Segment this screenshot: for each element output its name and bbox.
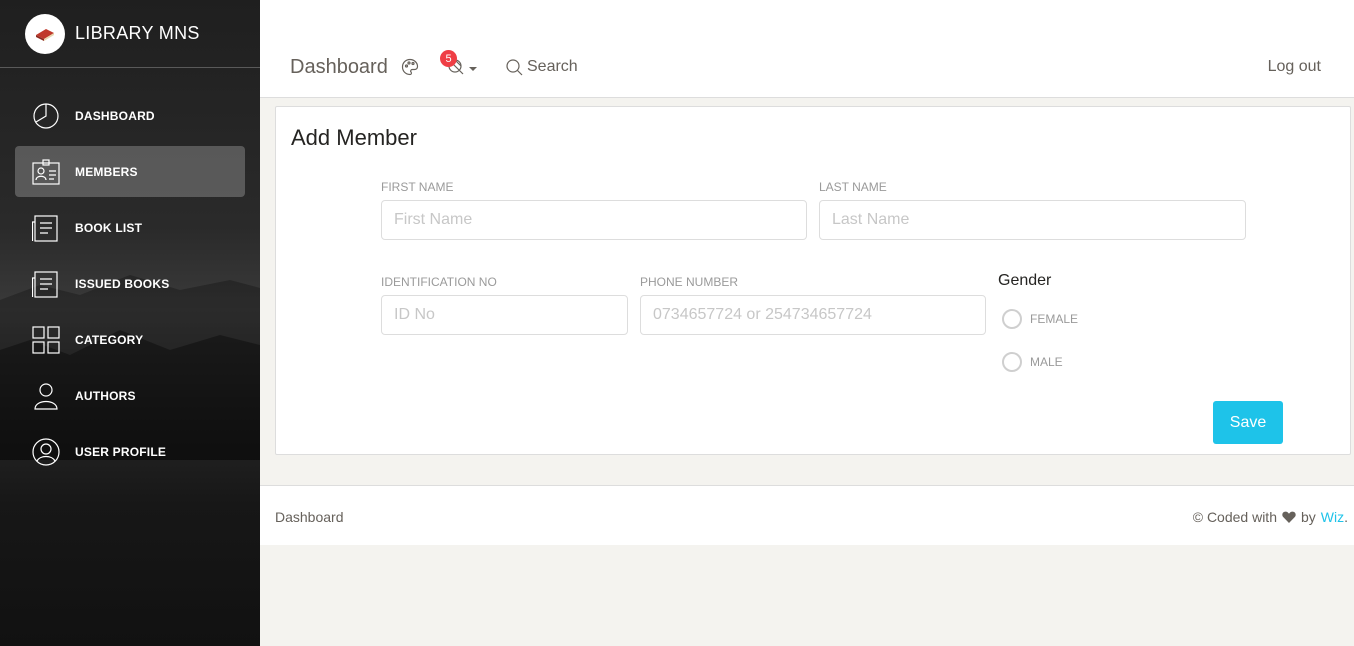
top-navbar: Dashboard 5 Search Log out xyxy=(260,0,1354,98)
sidebar-item-members[interactable]: MEMBERS xyxy=(15,146,245,197)
sidebar: LIBRARY MNS DASHBOARD MEMBERS BOOK LIST … xyxy=(0,0,260,646)
search-icon xyxy=(506,58,523,75)
document-list-icon xyxy=(31,269,61,299)
id-number-input[interactable] xyxy=(381,295,628,335)
id-number-label: IDENTIFICATION NO xyxy=(381,275,497,289)
sidebar-item-book-list[interactable]: BOOK LIST xyxy=(15,202,245,253)
sidebar-item-category[interactable]: CATEGORY xyxy=(15,314,245,365)
footer-suffix: . xyxy=(1344,509,1348,525)
book-icon xyxy=(25,13,65,54)
app-title: LIBRARY MNS xyxy=(75,23,200,43)
sidebar-item-label: CATEGORY xyxy=(75,332,144,347)
footer-credit-text: © Coded with xyxy=(1192,509,1277,525)
footer: Dashboard © Coded with by Wiz. xyxy=(260,485,1354,545)
gender-option-male[interactable]: MALE xyxy=(1002,352,1063,372)
sidebar-item-label: BOOK LIST xyxy=(75,220,143,235)
phone-number-label: PHONE NUMBER xyxy=(640,275,739,289)
logout-link[interactable]: Log out xyxy=(1268,58,1321,76)
last-name-input[interactable] xyxy=(819,200,1246,240)
sidebar-item-label: ISSUED BOOKS xyxy=(75,276,170,291)
footer-dashboard-link[interactable]: Dashboard xyxy=(275,509,344,525)
save-button[interactable]: Save xyxy=(1213,401,1283,444)
sidebar-item-dashboard[interactable]: DASHBOARD xyxy=(15,90,245,141)
sidebar-item-user-profile[interactable]: USER PROFILE xyxy=(15,426,245,477)
female-label: FEMALE xyxy=(1030,312,1079,326)
female-radio[interactable] xyxy=(1002,309,1022,329)
sidebar-item-label: DASHBOARD xyxy=(75,108,155,123)
chevron-down-icon[interactable] xyxy=(469,67,477,71)
heart-icon xyxy=(1282,511,1296,523)
search-link[interactable]: Search xyxy=(506,58,578,76)
main-panel: Dashboard 5 Search Log out Add Member FI… xyxy=(260,0,1354,646)
card-title: Add Member xyxy=(291,125,417,150)
search-label: Search xyxy=(527,58,578,75)
male-radio[interactable] xyxy=(1002,352,1022,372)
gender-option-female[interactable]: FEMALE xyxy=(1002,309,1078,329)
user-circle-icon xyxy=(31,437,61,467)
sidebar-item-issued-books[interactable]: ISSUED BOOKS xyxy=(15,258,245,309)
footer-credits: © Coded with by Wiz. xyxy=(1193,509,1348,525)
footer-by-text: by xyxy=(1300,509,1316,525)
notification-badge: 5 xyxy=(440,50,457,67)
palette-icon[interactable] xyxy=(401,58,419,81)
id-card-icon xyxy=(31,157,61,187)
last-name-label: LAST NAME xyxy=(819,180,887,194)
sidebar-item-label: USER PROFILE xyxy=(75,444,167,459)
first-name-label: FIRST NAME xyxy=(381,180,454,194)
sidebar-item-label: AUTHORS xyxy=(75,388,136,403)
sidebar-nav: DASHBOARD MEMBERS BOOK LIST ISSUED BOOKS… xyxy=(0,90,260,477)
gender-title: Gender xyxy=(998,272,1052,289)
navbar-brand[interactable]: Dashboard xyxy=(290,56,388,79)
grid-icon xyxy=(31,325,61,355)
male-label: MALE xyxy=(1030,355,1063,369)
first-name-input[interactable] xyxy=(381,200,807,240)
phone-number-input[interactable] xyxy=(640,295,986,335)
sidebar-item-label: MEMBERS xyxy=(75,164,138,179)
sidebar-item-authors[interactable]: AUTHORS xyxy=(15,370,245,421)
add-member-card: Add Member FIRST NAME LAST NAME IDENTIFI… xyxy=(275,106,1351,455)
author-link[interactable]: Wiz xyxy=(1321,509,1344,525)
sidebar-logo[interactable]: LIBRARY MNS xyxy=(0,0,260,68)
pie-chart-icon xyxy=(31,101,61,131)
document-list-icon xyxy=(31,213,61,243)
user-icon xyxy=(31,381,61,411)
